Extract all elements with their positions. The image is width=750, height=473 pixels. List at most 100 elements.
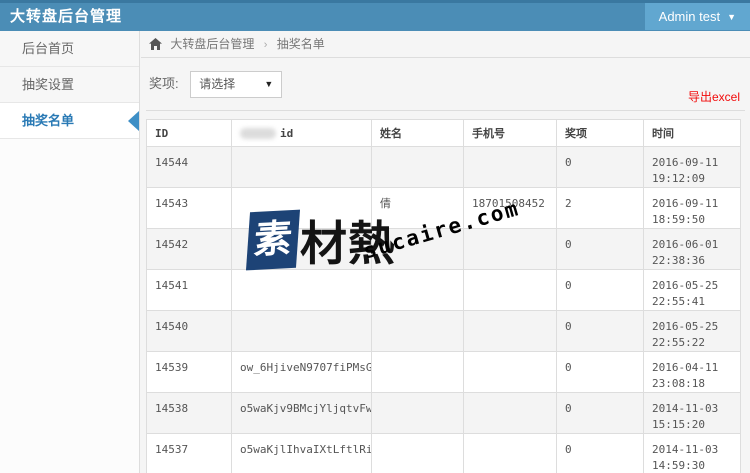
cell-id: 14544 [147,147,232,188]
active-arrow-icon [128,111,139,131]
cell-name [372,352,464,393]
cell-time-line: 18:59:50 [652,213,705,226]
cell-prize: 0 [557,311,644,352]
sidebar-item-label: 抽奖设置 [22,77,74,92]
cell-openid [232,270,372,311]
cell-time: 2016-06-01 22:38:36 [644,229,741,270]
cell-date-line: 2016-05-25 [652,320,718,333]
breadcrumb-separator: › [264,39,268,51]
sidebar: 后台首页 抽奖设置 抽奖名单 [0,31,140,473]
cell-time-line: 15:15:20 [652,418,705,431]
home-icon [149,33,162,60]
cell-date-line: 2016-09-11 [652,156,718,169]
cell-time-line: 22:55:41 [652,295,705,308]
table-row[interactable]: 14538 o5waKjv9BMcjYljqtvFwit6Y2qc4 0 201… [147,393,741,434]
cell-name [372,270,464,311]
cell-time: 2016-04-11 23:08:18 [644,352,741,393]
cell-time-line: 14:59:30 [652,459,705,472]
export-excel-link[interactable]: 导出excel [688,88,740,105]
table-row[interactable]: 14537 o5waKjlIhvaIXtLftlRihoKuP8HQ 0 201… [147,434,741,473]
cell-time: 2016-05-2522:55:22 [644,311,741,352]
cell-phone [464,434,557,473]
cell-date-line: 2014-11-03 [652,443,718,456]
cell-id: 14540 [147,311,232,352]
cell-time: 2014-11-03 14:59:30 [644,434,741,473]
cell-name [372,393,464,434]
cell-prize: 2 [557,188,644,229]
breadcrumb-item-current[interactable]: 抽奖名单 [277,37,325,51]
col-header-prize: 奖项 [557,120,644,147]
cell-name [372,147,464,188]
sidebar-item-lottery-settings[interactable]: 抽奖设置 [0,67,139,103]
table-row[interactable]: 14542 0 2016-06-01 22:38:36 [147,229,741,270]
cell-phone [464,229,557,270]
sidebar-item-label: 后台首页 [22,41,74,56]
cell-phone [464,270,557,311]
sidebar-item-label: 抽奖名单 [22,113,74,128]
cell-openid [232,229,372,270]
table-row[interactable]: 14544 0 2016-09-1119:12:09 [147,147,741,188]
table-row[interactable]: 14541 0 2016-05-2522:55:41 [147,270,741,311]
cell-id: 14539 [147,352,232,393]
divider [146,110,745,111]
cell-time: 2016-09-11 18:59:50 [644,188,741,229]
admin-user-menu[interactable]: Admin test▼ [645,3,750,30]
cell-phone: 18701508452 [464,188,557,229]
col-header-time: 时间 [644,120,741,147]
cell-time: 2016-05-25 22:55:41 [644,270,741,311]
cell-date-line: 2016-09-11 [652,197,718,210]
col-header-openid: id [232,120,372,147]
cell-time: 2016-09-1119:12:09 [644,147,741,188]
table-row[interactable]: 14540 0 2016-05-2522:55:22 [147,311,741,352]
admin-user-label: Admin test [659,9,720,24]
cell-prize: 0 [557,393,644,434]
cell-name [372,434,464,473]
cell-date-line: 2016-06-01 [652,238,718,251]
cell-name: 倩 [372,188,464,229]
sidebar-item-home[interactable]: 后台首页 [0,31,139,67]
cell-openid [232,311,372,352]
sidebar-item-winner-list[interactable]: 抽奖名单 [0,103,139,139]
cell-date-line: 2016-04-11 [652,361,718,374]
cell-openid: ow_6HjiveN9707fiPMsGU-YZHDRE [232,352,372,393]
winner-table-wrap: ID id 姓名 手机号 奖项 时间 14544 0 2016-09-1119:… [146,119,740,473]
cell-id: 14542 [147,229,232,270]
top-bar: 大转盘后台管理 Admin test▼ [0,0,750,31]
cell-id: 14543 [147,188,232,229]
app-title: 大转盘后台管理 [0,3,750,30]
breadcrumb-item-root[interactable]: 大转盘后台管理 [170,37,254,51]
cell-name [372,229,464,270]
cell-prize: 0 [557,229,644,270]
cell-phone [464,311,557,352]
cell-prize: 0 [557,147,644,188]
prize-select-value: 请选择 [199,77,235,91]
cell-time-line: 23:08:18 [652,377,705,390]
cell-phone [464,147,557,188]
redacted-text-blur [240,128,276,139]
col-header-name: 姓名 [372,120,464,147]
table-row[interactable]: 14539 ow_6HjiveN9707fiPMsGU-YZHDRE 0 201… [147,352,741,393]
cell-openid: o5waKjlIhvaIXtLftlRihoKuP8HQ [232,434,372,473]
cell-phone [464,393,557,434]
cell-time-line: 22:38:36 [652,254,705,267]
cell-date-line: 2014-11-03 [652,402,718,415]
cell-openid [232,188,372,229]
winner-table: ID id 姓名 手机号 奖项 时间 14544 0 2016-09-1119:… [146,119,741,473]
page: 大转盘后台管理 Admin test▼ 后台首页 抽奖设置 抽奖名单 大转盘后台… [0,0,750,473]
cell-prize: 0 [557,270,644,311]
select-caret-icon: ▼ [264,72,273,97]
table-row[interactable]: 14543 倩 18701508452 2 2016-09-11 18:59:50 [147,188,741,229]
cell-openid: o5waKjv9BMcjYljqtvFwit6Y2qc4 [232,393,372,434]
cell-name [372,311,464,352]
col-header-phone: 手机号 [464,120,557,147]
cell-prize: 0 [557,434,644,473]
cell-phone [464,352,557,393]
table-header-row: ID id 姓名 手机号 奖项 时间 [147,120,741,147]
cell-id: 14537 [147,434,232,473]
prize-select[interactable]: 请选择 ▼ [190,71,282,98]
breadcrumb: 大转盘后台管理 › 抽奖名单 [141,31,750,58]
cell-time: 2014-11-03 15:15:20 [644,393,741,434]
main-content: 大转盘后台管理 › 抽奖名单 奖项: 请选择 ▼ 导出excel ID [141,31,750,473]
cell-date-line: 2016-05-25 [652,279,718,292]
prize-filter-label: 奖项: [149,76,179,91]
